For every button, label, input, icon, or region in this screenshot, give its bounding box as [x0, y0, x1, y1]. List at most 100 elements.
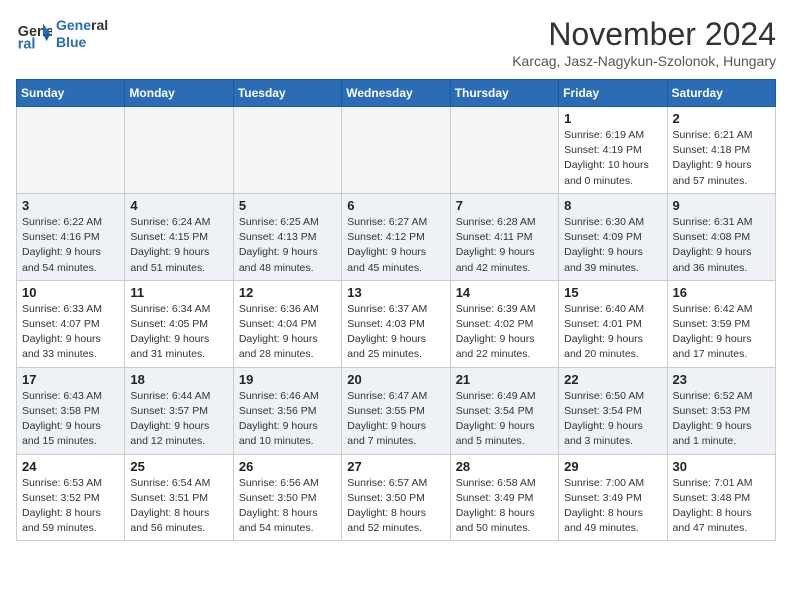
calendar-cell: 28 Sunrise: 6:58 AMSunset: 3:49 PMDayligh… — [450, 454, 558, 541]
calendar-cell: 26 Sunrise: 6:56 AMSunset: 3:50 PMDayligh… — [233, 454, 341, 541]
day-number: 3 — [22, 198, 119, 213]
weekday-header-monday: Monday — [125, 80, 233, 107]
day-number: 1 — [564, 111, 661, 126]
day-info: Sunrise: 6:33 AMSunset: 4:07 PMDaylight:… — [22, 302, 119, 363]
calendar-cell: 16Sunrise: 6:42 AMSunset: 3:59 PMDayligh… — [667, 280, 775, 367]
month-title: November 2024 — [512, 16, 776, 53]
day-number: 26 — [239, 459, 336, 474]
calendar-cell: 6 Sunrise: 6:27 AMSunset: 4:12 PMDaylight… — [342, 193, 450, 280]
day-info: Sunrise: 7:00 AMSunset: 3:49 PMDaylight:… — [564, 476, 661, 537]
calendar-cell — [17, 107, 125, 194]
day-number: 5 — [239, 198, 336, 213]
day-number: 6 — [347, 198, 444, 213]
calendar-cell: 9 Sunrise: 6:31 AMSunset: 4:08 PMDaylight… — [667, 193, 775, 280]
day-number: 28 — [456, 459, 553, 474]
logo-text: General Blue — [56, 17, 108, 51]
calendar-cell: 13Sunrise: 6:37 AMSunset: 4:03 PMDayligh… — [342, 280, 450, 367]
calendar-cell: 1 Sunrise: 6:19 AMSunset: 4:19 PMDaylight… — [559, 107, 667, 194]
day-number: 14 — [456, 285, 553, 300]
day-info: Sunrise: 7:01 AMSunset: 3:48 PMDaylight:… — [673, 476, 770, 537]
calendar-cell — [233, 107, 341, 194]
day-number: 21 — [456, 372, 553, 387]
day-info: Sunrise: 6:28 AMSunset: 4:11 PMDaylight:… — [456, 215, 553, 276]
day-info: Sunrise: 6:39 AMSunset: 4:02 PMDaylight:… — [456, 302, 553, 363]
calendar-cell: 21 Sunrise: 6:49 AMSunset: 3:54 PMDayligh… — [450, 367, 558, 454]
logo: Gene ral General Blue — [16, 16, 108, 52]
day-number: 20 — [347, 372, 444, 387]
day-number: 10 — [22, 285, 119, 300]
day-number: 15 — [564, 285, 661, 300]
day-number: 11 — [130, 285, 227, 300]
weekday-header-saturday: Saturday — [667, 80, 775, 107]
day-info: Sunrise: 6:40 AMSunset: 4:01 PMDaylight:… — [564, 302, 661, 363]
title-area: November 2024 Karcag, Jasz-Nagykun-Szolo… — [512, 16, 776, 69]
day-info: Sunrise: 6:25 AMSunset: 4:13 PMDaylight:… — [239, 215, 336, 276]
day-info: Sunrise: 6:43 AMSunset: 3:58 PMDaylight:… — [22, 389, 119, 450]
calendar-cell: 14 Sunrise: 6:39 AMSunset: 4:02 PMDayligh… — [450, 280, 558, 367]
day-number: 19 — [239, 372, 336, 387]
day-number: 12 — [239, 285, 336, 300]
day-number: 7 — [456, 198, 553, 213]
day-info: Sunrise: 6:24 AMSunset: 4:15 PMDaylight:… — [130, 215, 227, 276]
day-info: Sunrise: 6:42 AMSunset: 3:59 PMDaylight:… — [673, 302, 770, 363]
day-info: Sunrise: 6:56 AMSunset: 3:50 PMDaylight:… — [239, 476, 336, 537]
svg-text:ral: ral — [18, 36, 36, 52]
day-info: Sunrise: 6:47 AMSunset: 3:55 PMDaylight:… — [347, 389, 444, 450]
calendar-cell: 10 Sunrise: 6:33 AMSunset: 4:07 PMDayligh… — [17, 280, 125, 367]
day-number: 23 — [673, 372, 770, 387]
day-info: Sunrise: 6:52 AMSunset: 3:53 PMDaylight:… — [673, 389, 770, 450]
day-number: 29 — [564, 459, 661, 474]
calendar-cell: 8 Sunrise: 6:30 AMSunset: 4:09 PMDaylight… — [559, 193, 667, 280]
day-number: 18 — [130, 372, 227, 387]
calendar-cell: 27 Sunrise: 6:57 AMSunset: 3:50 PMDayligh… — [342, 454, 450, 541]
day-number: 17 — [22, 372, 119, 387]
calendar-cell — [450, 107, 558, 194]
calendar-cell: 2 Sunrise: 6:21 AMSunset: 4:18 PMDaylight… — [667, 107, 775, 194]
day-info: Sunrise: 6:46 AMSunset: 3:56 PMDaylight:… — [239, 389, 336, 450]
day-info: Sunrise: 6:53 AMSunset: 3:52 PMDaylight:… — [22, 476, 119, 537]
calendar-cell: 15 Sunrise: 6:40 AMSunset: 4:01 PMDayligh… — [559, 280, 667, 367]
weekday-header-wednesday: Wednesday — [342, 80, 450, 107]
day-number: 4 — [130, 198, 227, 213]
day-info: Sunrise: 6:58 AMSunset: 3:49 PMDaylight:… — [456, 476, 553, 537]
day-info: Sunrise: 6:57 AMSunset: 3:50 PMDaylight:… — [347, 476, 444, 537]
calendar-cell: 18 Sunrise: 6:44 AMSunset: 3:57 PMDayligh… — [125, 367, 233, 454]
day-info: Sunrise: 6:50 AMSunset: 3:54 PMDaylight:… — [564, 389, 661, 450]
day-info: Sunrise: 6:36 AMSunset: 4:04 PMDaylight:… — [239, 302, 336, 363]
day-info: Sunrise: 6:37 AMSunset: 4:03 PMDaylight:… — [347, 302, 444, 363]
calendar-cell: 17 Sunrise: 6:43 AMSunset: 3:58 PMDayligh… — [17, 367, 125, 454]
day-info: Sunrise: 6:21 AMSunset: 4:18 PMDaylight:… — [673, 128, 770, 189]
calendar-cell: 19 Sunrise: 6:46 AMSunset: 3:56 PMDayligh… — [233, 367, 341, 454]
day-number: 8 — [564, 198, 661, 213]
calendar-cell — [342, 107, 450, 194]
day-number: 25 — [130, 459, 227, 474]
weekday-header-friday: Friday — [559, 80, 667, 107]
day-info: Sunrise: 6:49 AMSunset: 3:54 PMDaylight:… — [456, 389, 553, 450]
page-header: Gene ral General Blue November 2024 Karc… — [16, 16, 776, 69]
day-number: 24 — [22, 459, 119, 474]
weekday-header-sunday: Sunday — [17, 80, 125, 107]
day-info: Sunrise: 6:22 AMSunset: 4:16 PMDaylight:… — [22, 215, 119, 276]
day-info: Sunrise: 6:19 AMSunset: 4:19 PMDaylight:… — [564, 128, 661, 189]
calendar-cell: 7 Sunrise: 6:28 AMSunset: 4:11 PMDaylight… — [450, 193, 558, 280]
day-number: 9 — [673, 198, 770, 213]
calendar-cell: 3 Sunrise: 6:22 AMSunset: 4:16 PMDaylight… — [17, 193, 125, 280]
day-info: Sunrise: 6:27 AMSunset: 4:12 PMDaylight:… — [347, 215, 444, 276]
calendar-cell: 23 Sunrise: 6:52 AMSunset: 3:53 PMDayligh… — [667, 367, 775, 454]
day-number: 2 — [673, 111, 770, 126]
day-info: Sunrise: 6:30 AMSunset: 4:09 PMDaylight:… — [564, 215, 661, 276]
calendar-cell: 20 Sunrise: 6:47 AMSunset: 3:55 PMDayligh… — [342, 367, 450, 454]
day-number: 27 — [347, 459, 444, 474]
location: Karcag, Jasz-Nagykun-Szolonok, Hungary — [512, 53, 776, 69]
day-number: 30 — [673, 459, 770, 474]
calendar-cell: 30 Sunrise: 7:01 AMSunset: 3:48 PMDayligh… — [667, 454, 775, 541]
calendar-cell: 12 Sunrise: 6:36 AMSunset: 4:04 PMDayligh… — [233, 280, 341, 367]
day-info: Sunrise: 6:44 AMSunset: 3:57 PMDaylight:… — [130, 389, 227, 450]
calendar-cell: 22Sunrise: 6:50 AMSunset: 3:54 PMDayligh… — [559, 367, 667, 454]
day-info: Sunrise: 6:54 AMSunset: 3:51 PMDaylight:… — [130, 476, 227, 537]
calendar-cell: 29 Sunrise: 7:00 AMSunset: 3:49 PMDayligh… — [559, 454, 667, 541]
day-info: Sunrise: 6:31 AMSunset: 4:08 PMDaylight:… — [673, 215, 770, 276]
calendar-cell — [125, 107, 233, 194]
day-info: Sunrise: 6:34 AMSunset: 4:05 PMDaylight:… — [130, 302, 227, 363]
calendar-cell: 5 Sunrise: 6:25 AMSunset: 4:13 PMDaylight… — [233, 193, 341, 280]
